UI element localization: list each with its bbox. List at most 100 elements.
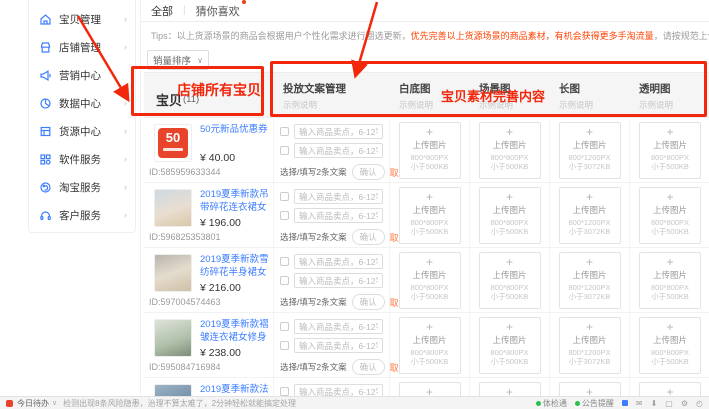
product-thumbnail[interactable] — [154, 189, 192, 227]
upload-image-button[interactable]: + 上传图片 800*800PX 小于500KB — [479, 317, 541, 374]
upload-cell: + 上传图片 800*1200PX 小于3072KB — [550, 118, 630, 182]
settings-icon[interactable]: ⚙ — [681, 399, 688, 408]
copy-checkbox[interactable] — [280, 322, 289, 331]
selling-point-input[interactable] — [294, 254, 383, 269]
message-icon[interactable]: ✉ — [636, 399, 643, 408]
selling-point-input[interactable] — [294, 319, 383, 334]
copy-checkbox[interactable] — [280, 257, 289, 266]
chevron-down-icon[interactable]: ∨ — [52, 399, 57, 407]
notification-dot — [242, 0, 246, 4]
copy-checkbox[interactable] — [280, 387, 289, 396]
sidebar-item-software-services[interactable]: 软件服务 › — [29, 145, 135, 173]
product-cell: 2019夏季新款褶皱连衣裙女修身显瘦小众网红 ¥ 238.00 ID:59508… — [144, 313, 274, 377]
tab-guess-you-like[interactable]: 猜你喜欢 — [196, 3, 240, 19]
confirm-button[interactable]: 确认 — [352, 294, 385, 310]
software-grid-icon — [39, 153, 52, 166]
upload-image-button[interactable]: + 上传图片 800*800PX 小于500KB — [399, 122, 461, 179]
copy-checkbox[interactable] — [280, 146, 289, 155]
product-thumbnail[interactable] — [154, 319, 192, 357]
sidebar-item-item-management[interactable]: 宝贝管理 › — [29, 5, 135, 33]
upload-image-button[interactable]: + 上传图片 800*800PX 小于500KB — [639, 122, 701, 179]
clock-icon[interactable]: ◴ — [696, 399, 703, 408]
sidebar-item-label: 淘宝服务 — [59, 180, 101, 195]
product-title-link[interactable]: 2019夏季新款雪纺碎花半身裙女中长款韩版白 — [200, 253, 270, 279]
product-thumbnail[interactable]: 50 — [154, 124, 192, 162]
upload-image-button[interactable]: + 上传图片 800*800PX 小于500KB — [479, 187, 541, 244]
upload-image-button[interactable]: + 上传图片 800*800PX 小于500KB — [639, 187, 701, 244]
tab-all[interactable]: 全部 — [151, 3, 173, 19]
selling-point-input[interactable] — [294, 208, 383, 223]
example-link[interactable]: 示例说明 — [559, 99, 630, 111]
upload-image-button[interactable]: + 上传图片 800*800PX 小于500KB — [639, 252, 701, 309]
table-row: 2019夏季新款雪纺碎花半身裙女中长款韩版白 ¥ 216.00 ID:59700… — [144, 248, 709, 313]
window-icon[interactable]: ▢ — [665, 399, 673, 408]
sidebar-item-taobao-services[interactable]: 淘宝服务 › — [29, 173, 135, 201]
sidebar-item-label: 软件服务 — [59, 152, 101, 167]
copy-checkbox[interactable] — [280, 192, 289, 201]
sidebar-item-marketing-center[interactable]: 营销中心 — [29, 61, 135, 89]
sidebar-item-label: 数据中心 — [59, 96, 101, 111]
copy-checkbox[interactable] — [280, 211, 289, 220]
chevron-right-icon: › — [124, 98, 127, 108]
selling-point-input[interactable] — [294, 273, 383, 288]
header-product: 宝贝 (11) — [144, 73, 274, 117]
upload-cell: + 上传图片 800*800PX 小于500KB — [630, 183, 709, 247]
product-title-link[interactable]: 50元新品优惠券 — [200, 123, 270, 149]
announcement-item[interactable]: 公告提醒 — [575, 398, 614, 409]
selling-point-input[interactable] — [294, 143, 383, 158]
shop-icon — [39, 41, 52, 54]
selling-point-input[interactable] — [294, 124, 383, 139]
upload-image-button[interactable]: + 上传图片 800*800PX 小于500KB — [479, 252, 541, 309]
example-link[interactable]: 示例说明 — [399, 99, 470, 111]
upload-image-button[interactable]: + 上传图片 800*1200PX 小于3072KB — [559, 187, 621, 244]
upload-cell: + 上传图片 800*800PX 小于500KB — [390, 313, 470, 377]
sidebar-item-supply-center[interactable]: 货源中心 › — [29, 117, 135, 145]
upload-image-button[interactable]: + 上传图片 800*800PX 小于500KB — [639, 317, 701, 374]
confirm-button[interactable]: 确认 — [352, 229, 385, 245]
example-link[interactable]: 示例说明 — [283, 99, 390, 111]
product-price: ¥ 216.00 — [200, 282, 241, 294]
copy-checkbox[interactable] — [280, 341, 289, 350]
copy-checkbox[interactable] — [280, 276, 289, 285]
upload-image-button[interactable]: + 上传图片 800*800PX 小于500KB — [399, 317, 461, 374]
confirm-button[interactable]: 确认 — [352, 359, 385, 375]
upload-image-button[interactable]: + 上传图片 800*1200PX 小于3072KB — [559, 252, 621, 309]
chevron-right-icon: › — [124, 154, 127, 164]
product-table: 宝贝 (11) 投放文案管理 示例说明 白底图 示例说明 场景图 示例说明 长图 — [144, 72, 709, 409]
upload-image-button[interactable]: + 上传图片 800*800PX 小于500KB — [399, 187, 461, 244]
plus-icon: + — [480, 126, 540, 138]
product-thumbnail[interactable] — [154, 254, 192, 292]
sales-sort-dropdown[interactable]: 销量排序 ∨ — [147, 50, 209, 70]
product-title-link[interactable]: 2019夏季新款褶皱连衣裙女修身显瘦小众网红 — [200, 318, 270, 344]
selling-point-input[interactable] — [294, 338, 383, 353]
product-price: ¥ 238.00 — [200, 347, 241, 359]
upload-cell: + 上传图片 800*800PX 小于500KB — [390, 183, 470, 247]
upload-image-button[interactable]: + 上传图片 800*1200PX 小于3072KB — [559, 122, 621, 179]
sidebar-item-data-center[interactable]: 数据中心 › — [29, 89, 135, 117]
statusbar-title[interactable]: 今日待办 — [17, 398, 49, 409]
chevron-right-icon: › — [124, 126, 127, 136]
selling-point-input[interactable] — [294, 189, 383, 204]
sidebar-item-customer-services[interactable]: 客户服务 › — [29, 201, 135, 229]
copy-management-cell: 选择/填写2条文案 确认 取消 — [274, 313, 390, 377]
upload-cell: + 上传图片 800*1200PX 小于3072KB — [550, 248, 630, 312]
upload-cell: + 上传图片 800*1200PX 小于3072KB — [550, 183, 630, 247]
example-link[interactable]: 示例说明 — [479, 99, 550, 111]
sidebar-item-shop-management[interactable]: 店铺管理 › — [29, 33, 135, 61]
assistant-item[interactable] — [622, 400, 628, 406]
health-check-item[interactable]: 体检通 — [536, 398, 567, 409]
confirm-button[interactable]: 确认 — [352, 164, 385, 180]
copy-checkbox[interactable] — [280, 127, 289, 136]
product-title-link[interactable]: 2019夏季新款吊带碎花连衣裙女韩版短袖T恤中长款 — [200, 188, 270, 214]
table-row: 50 50元新品优惠券 ¥ 40.00 ID:585959633344 选择/填… — [144, 118, 709, 183]
upload-cell: + 上传图片 800*800PX 小于500KB — [470, 313, 550, 377]
plus-icon: + — [560, 191, 620, 203]
copy-hint: 选择/填写2条文案 — [280, 296, 347, 308]
upload-image-button[interactable]: + 上传图片 800*800PX 小于500KB — [479, 122, 541, 179]
upload-image-button[interactable]: + 上传图片 800*1200PX 小于3072KB — [559, 317, 621, 374]
example-link[interactable]: 示例说明 — [639, 99, 709, 111]
chevron-right-icon: › — [124, 42, 127, 52]
upload-image-button[interactable]: + 上传图片 800*800PX 小于500KB — [399, 252, 461, 309]
tab-divider: | — [183, 5, 186, 16]
download-icon[interactable]: ⬇ — [651, 399, 658, 408]
